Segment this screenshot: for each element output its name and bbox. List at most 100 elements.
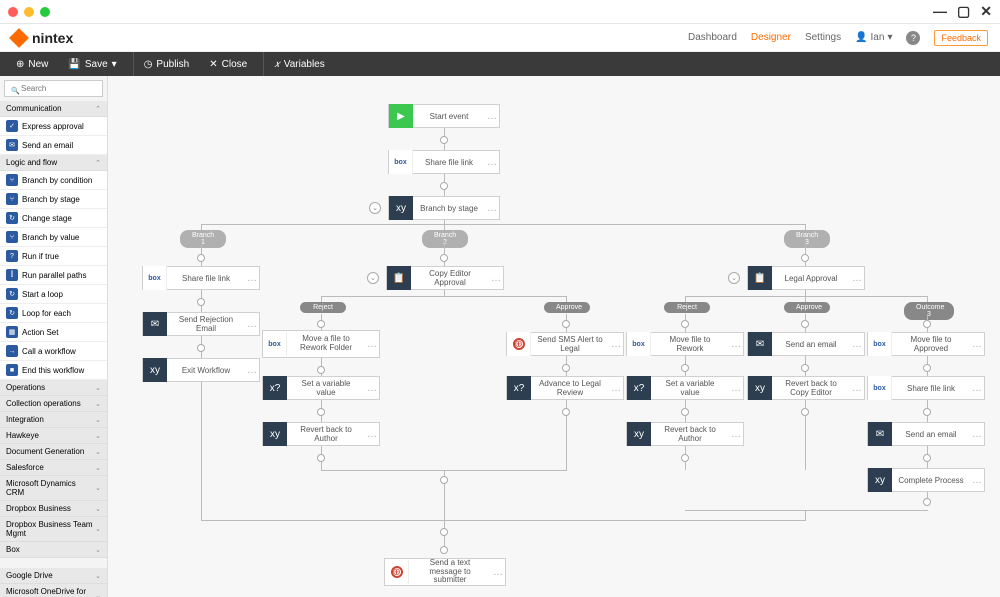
more-icon[interactable]: … [850, 339, 864, 350]
more-icon[interactable]: … [491, 567, 505, 578]
action-loop-each[interactable]: ↻Loop for each [0, 304, 107, 323]
node-exit-workflow[interactable]: xy Exit Workflow … [142, 358, 260, 382]
save-button[interactable]: 💾Save▾ [60, 52, 124, 76]
node-send-sms-legal[interactable]: ⊕ Send SMS Alert to Legal … [506, 332, 624, 356]
action-change-stage[interactable]: ↻Change stage [0, 209, 107, 228]
action-end-workflow[interactable]: ■End this workflow [0, 361, 107, 380]
cat-dropbox-team[interactable]: Dropbox Business Team Mgmt⌄ [0, 517, 107, 542]
publish-button[interactable]: ◷Publish [133, 52, 198, 76]
more-icon[interactable]: … [729, 429, 743, 440]
search-input[interactable] [4, 80, 103, 97]
node-branch-by-stage[interactable]: xy Branch by stage … [388, 196, 500, 220]
cat-communication[interactable]: Communication⌃ [0, 101, 107, 117]
nav-settings[interactable]: Settings [805, 32, 841, 43]
collapse-toggle-icon[interactable]: ⌄ [367, 272, 379, 284]
action-set[interactable]: ▦Action Set [0, 323, 107, 342]
node-revert-author[interactable]: xy Revert back to Author … [262, 422, 380, 446]
cat-dropbox[interactable]: Dropbox Business⌄ [0, 501, 107, 517]
more-icon[interactable]: … [245, 273, 259, 284]
workflow-canvas[interactable]: ▶ Start event … box Share file link … ⌄ … [108, 76, 1000, 597]
more-icon[interactable]: … [609, 383, 623, 394]
branch-3-label: Branch 3 [784, 230, 830, 248]
cat-mscrm[interactable]: Microsoft Dynamics CRM⌄ [0, 476, 107, 501]
minimize-window-icon[interactable] [24, 7, 34, 17]
cat-onedrive[interactable]: Microsoft OneDrive for Business⌄ [0, 584, 107, 597]
cat-integration[interactable]: Integration⌄ [0, 412, 107, 428]
action-call-workflow[interactable]: →Call a workflow [0, 342, 107, 361]
node-complete-process[interactable]: xy Complete Process … [867, 468, 985, 492]
collapse-toggle-icon[interactable]: ⌄ [369, 202, 381, 214]
feedback-button[interactable]: Feedback [934, 30, 988, 46]
close-window-icon[interactable] [8, 7, 18, 17]
more-icon[interactable]: … [729, 383, 743, 394]
action-branch-stage[interactable]: ⑂Branch by stage [0, 190, 107, 209]
node-send-email-b3[interactable]: ✉ Send an email … [747, 332, 865, 356]
action-branch-condition[interactable]: ⑂Branch by condition [0, 171, 107, 190]
node-advance-legal[interactable]: x? Advance to Legal Review … [506, 376, 624, 400]
cat-operations[interactable]: Operations⌄ [0, 380, 107, 396]
node-move-to-rework[interactable]: box Move file to Rework … [626, 332, 744, 356]
help-icon[interactable]: ? [906, 31, 920, 45]
node-move-approved[interactable]: box Move file to Approved … [867, 332, 985, 356]
node-set-variable[interactable]: x? Set a variable value … [262, 376, 380, 400]
box-icon: box [263, 332, 287, 356]
cat-docgen[interactable]: Document Generation⌄ [0, 444, 107, 460]
more-icon[interactable]: … [489, 273, 503, 284]
node-send-rejection-email[interactable]: ✉ Send Rejection Email … [142, 312, 260, 336]
action-start-loop[interactable]: ↻Start a loop [0, 285, 107, 304]
cat-gdrive[interactable]: Google Drive⌄ [0, 568, 107, 584]
close-button[interactable]: ✕Close [201, 52, 255, 76]
node-move-rework-folder[interactable]: box Move a file to Rework Folder … [262, 330, 380, 358]
close-icon[interactable]: ✕ [980, 3, 992, 20]
variables-button[interactable]: 𝑥Variables [263, 52, 333, 76]
more-icon[interactable]: … [485, 203, 499, 214]
node-revert-author-b3[interactable]: xy Revert back to Author … [626, 422, 744, 446]
cat-box[interactable]: Box⌄ [0, 542, 107, 558]
node-send-email-outcome3[interactable]: ✉ Send an email … [867, 422, 985, 446]
branch-icon: xy [389, 196, 413, 220]
action-express-approval[interactable]: ✓Express approval [0, 117, 107, 136]
action-send-email[interactable]: ✉Send an email [0, 136, 107, 155]
more-icon[interactable]: … [365, 339, 379, 350]
action-run-if-true[interactable]: ?Run if true [0, 247, 107, 266]
node-legal-approval[interactable]: 📋 Legal Approval … [747, 266, 865, 290]
cat-collection-ops[interactable]: Collection operations⌄ [0, 396, 107, 412]
more-icon[interactable]: … [365, 383, 379, 394]
node-share-file-link-b3[interactable]: box Share file link … [867, 376, 985, 400]
cat-logic[interactable]: Logic and flow⌃ [0, 155, 107, 171]
more-icon[interactable]: … [609, 339, 623, 350]
restore-icon[interactable]: ▢ [957, 3, 970, 20]
chevron-up-icon: ⌃ [95, 105, 101, 113]
more-icon[interactable]: … [729, 339, 743, 350]
new-button[interactable]: ⊕New [8, 52, 56, 76]
more-icon[interactable]: … [850, 383, 864, 394]
top-nav: Dashboard Designer Settings 👤 Ian ▾ ? Fe… [688, 30, 988, 46]
more-icon[interactable]: … [970, 339, 984, 350]
node-start[interactable]: ▶ Start event … [388, 104, 500, 128]
node-send-text-submitter[interactable]: ⊕ Send a text message to submitter … [384, 558, 506, 586]
more-icon[interactable]: … [485, 157, 499, 168]
action-parallel[interactable]: ⫿Run parallel paths [0, 266, 107, 285]
cat-salesforce[interactable]: Salesforce⌄ [0, 460, 107, 476]
more-icon[interactable]: … [245, 365, 259, 376]
node-revert-copy-editor[interactable]: xy Revert back to Copy Editor … [747, 376, 865, 400]
nav-designer[interactable]: Designer [751, 32, 791, 43]
more-icon[interactable]: … [850, 273, 864, 284]
action-branch-value[interactable]: ⑂Branch by value [0, 228, 107, 247]
more-icon[interactable]: … [245, 319, 259, 330]
collapse-toggle-icon[interactable]: ⌄ [728, 272, 740, 284]
cat-hawkeye[interactable]: Hawkeye⌄ [0, 428, 107, 444]
nav-dashboard[interactable]: Dashboard [688, 32, 737, 43]
node-share-file-link[interactable]: box Share file link … [388, 150, 500, 174]
node-set-variable-b3[interactable]: x? Set a variable value … [626, 376, 744, 400]
node-share-file-link-b1[interactable]: box Share file link … [142, 266, 260, 290]
node-copy-editor-approval[interactable]: 📋 Copy Editor Approval … [386, 266, 504, 290]
more-icon[interactable]: … [970, 475, 984, 486]
maximize-window-icon[interactable] [40, 7, 50, 17]
more-icon[interactable]: … [485, 111, 499, 122]
user-menu[interactable]: 👤 Ian ▾ [855, 32, 892, 43]
more-icon[interactable]: … [365, 429, 379, 440]
minimize-icon[interactable]: — [933, 3, 947, 20]
more-icon[interactable]: … [970, 383, 984, 394]
more-icon[interactable]: … [970, 429, 984, 440]
